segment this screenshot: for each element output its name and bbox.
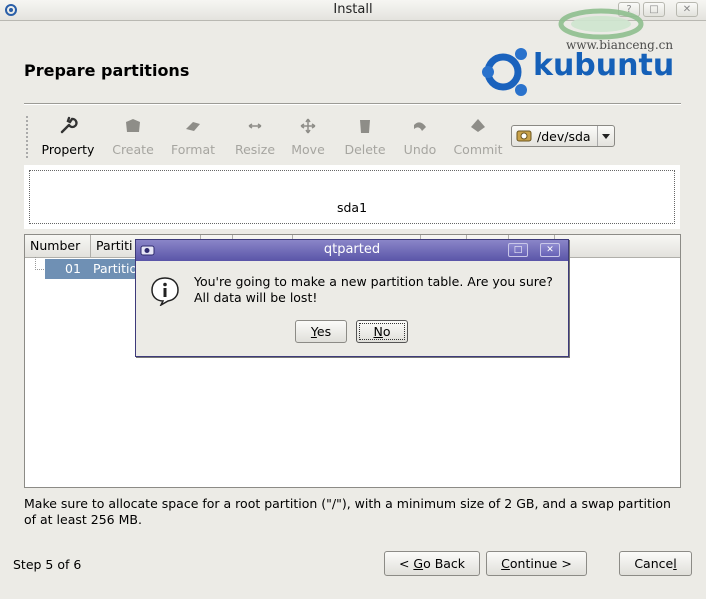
column-header-number[interactable]: Number xyxy=(25,235,91,257)
kubuntu-gear-icon xyxy=(482,48,527,96)
create-icon xyxy=(126,119,140,132)
go-back-label-pre: < xyxy=(398,556,414,571)
partition-block-label: sda1 xyxy=(336,200,368,215)
dialog-titlebar[interactable]: qtparted □ ✕ xyxy=(136,240,568,261)
format-icon xyxy=(186,122,200,131)
undo-icon xyxy=(414,122,426,131)
no-mnemonic: N xyxy=(373,324,383,339)
wrench-icon xyxy=(60,116,78,134)
dialog-message-line1: You're going to make a new partition tab… xyxy=(194,274,553,289)
property-button[interactable]: Property xyxy=(40,116,96,160)
commit-label: Commit xyxy=(453,142,503,157)
format-label: Format xyxy=(170,142,216,157)
partition-block-sda1[interactable] xyxy=(29,170,675,224)
dialog-close-button[interactable]: ✕ xyxy=(540,243,560,257)
no-button[interactable]: No xyxy=(356,320,408,343)
cancel-label-pre: Cance xyxy=(634,556,674,571)
row-number: 01 xyxy=(65,261,81,276)
no-label-post: o xyxy=(382,324,391,339)
table-row[interactable]: 01 Partitio xyxy=(45,259,146,279)
continue-label-post: ontinue > xyxy=(509,556,572,571)
cancel-button[interactable]: Cancel xyxy=(619,551,692,576)
yes-label-post: es xyxy=(316,324,332,339)
format-button[interactable]: Format xyxy=(168,116,218,160)
cancel-mnemonic: l xyxy=(673,556,677,571)
dialog-title: qtparted xyxy=(323,242,381,257)
page-title: Prepare partitions xyxy=(24,61,190,80)
delete-label: Delete xyxy=(344,142,386,157)
dialog-maximize-button[interactable]: □ xyxy=(508,243,528,257)
resize-label: Resize xyxy=(234,142,276,157)
disk-map: sda1 xyxy=(24,165,680,229)
commit-icon xyxy=(471,119,485,132)
property-label: Property xyxy=(41,142,95,157)
delete-icon xyxy=(360,120,370,133)
hard-disk-icon xyxy=(516,130,532,142)
undo-button[interactable]: Undo xyxy=(398,116,442,160)
move-label: Move xyxy=(291,142,325,157)
device-select[interactable]: /dev/sda xyxy=(511,125,615,147)
chevron-down-icon[interactable] xyxy=(597,126,614,146)
move-button[interactable]: Move xyxy=(286,116,330,160)
resize-button[interactable]: Resize xyxy=(230,116,280,160)
dialog-message-line2: All data will be lost! xyxy=(194,290,318,305)
continue-button[interactable]: Continue > xyxy=(486,551,587,576)
undo-label: Undo xyxy=(403,142,437,157)
device-select-value: /dev/sda xyxy=(537,129,591,144)
info-icon xyxy=(151,277,179,306)
kubuntu-logo: kubuntu xyxy=(479,44,689,100)
partition-hint-text: Make sure to allocate space for a root p… xyxy=(24,496,671,527)
go-back-mnemonic: G xyxy=(413,556,424,571)
create-button[interactable]: Create xyxy=(108,116,158,160)
header-separator xyxy=(24,103,681,105)
column-header[interactable] xyxy=(555,235,680,257)
partition-toolbar: Property Create Format Resize Move Delet… xyxy=(26,112,626,162)
resize-icon xyxy=(248,123,262,129)
continue-mnemonic: C xyxy=(501,556,510,571)
commit-button[interactable]: Commit xyxy=(450,116,506,160)
confirm-dialog: qtparted □ ✕ You're going to make a new … xyxy=(135,239,569,357)
go-back-label-post: o Back xyxy=(423,556,466,571)
step-indicator: Step 5 of 6 xyxy=(13,557,82,572)
tree-branch-line xyxy=(35,257,44,270)
logo-text: kubuntu xyxy=(533,48,675,83)
toolbar-grip[interactable] xyxy=(26,116,32,158)
yes-button[interactable]: Yes xyxy=(295,320,347,343)
create-label: Create xyxy=(112,142,154,157)
move-icon xyxy=(300,118,316,134)
dialog-message: You're going to make a new partition tab… xyxy=(194,274,564,306)
row-partition: Partitio xyxy=(93,261,138,276)
go-back-button[interactable]: < Go Back xyxy=(384,551,480,576)
delete-button[interactable]: Delete xyxy=(340,116,390,160)
